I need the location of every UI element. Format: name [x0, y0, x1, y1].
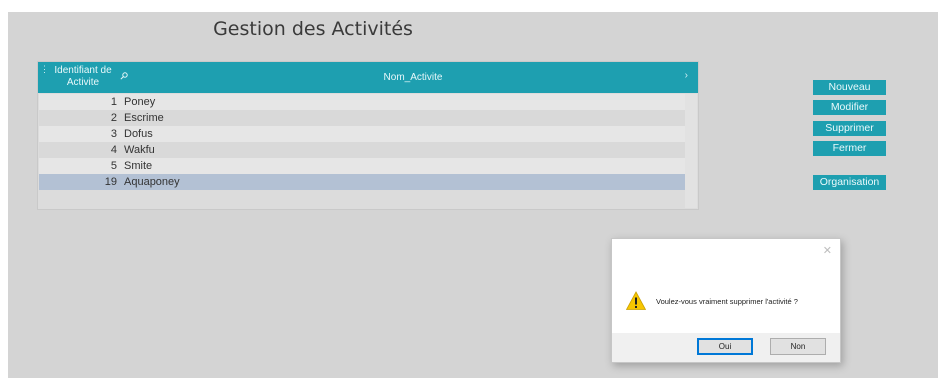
dialog-footer: Oui Non: [612, 333, 840, 362]
oui-button[interactable]: Oui: [697, 338, 753, 355]
supprimer-button[interactable]: Supprimer: [813, 121, 886, 136]
cell-name: Smite: [124, 160, 153, 172]
organisation-button[interactable]: Organisation: [813, 175, 886, 190]
table-header: ⋮ Identifiant de Activite Nom_Activite ›: [38, 62, 698, 93]
cell-id: 3: [110, 128, 117, 140]
fermer-button[interactable]: Fermer: [813, 141, 886, 156]
cell-name: Poney: [124, 96, 156, 108]
cell-name: Wakfu: [124, 144, 155, 156]
warning-icon: [625, 291, 647, 311]
page-title: Gestion des Activités: [213, 18, 413, 40]
search-icon[interactable]: [120, 72, 128, 83]
cell-id: 4: [110, 144, 117, 156]
table-scrollbar[interactable]: [685, 94, 697, 208]
confirm-dialog: ✕ Voulez-vous vraiment supprimer l'activ…: [611, 238, 841, 363]
non-button[interactable]: Non: [770, 338, 826, 355]
cell-id: 19: [104, 176, 117, 188]
cell-name: Dofus: [124, 128, 153, 140]
chevron-right-icon[interactable]: ›: [685, 70, 688, 81]
table-row[interactable]: 4 Wakfu: [39, 142, 685, 158]
nouveau-button[interactable]: Nouveau: [813, 80, 886, 95]
column-header-id[interactable]: Identifiant de Activite: [46, 65, 120, 89]
cell-id: 2: [110, 112, 117, 124]
column-header-name[interactable]: Nom_Activite: [128, 72, 698, 83]
cell-name: Escrime: [124, 112, 164, 124]
cell-id: 1: [110, 96, 117, 108]
modifier-button[interactable]: Modifier: [813, 100, 886, 115]
activities-table: ⋮ Identifiant de Activite Nom_Activite ›…: [37, 61, 699, 210]
cell-name: Aquaponey: [124, 176, 180, 188]
table-row[interactable]: 5 Smite: [39, 158, 685, 174]
table-row[interactable]: 2 Escrime: [39, 110, 685, 126]
close-icon[interactable]: ✕: [823, 244, 832, 257]
table-row[interactable]: 1 Poney: [39, 94, 685, 110]
cell-id: 5: [110, 160, 117, 172]
dialog-message: Voulez-vous vraiment supprimer l'activit…: [656, 297, 798, 306]
table-body: 1 Poney 2 Escrime 3 Dofus 4 Wakfu 5 Smit…: [39, 94, 685, 190]
table-row[interactable]: 3 Dofus: [39, 126, 685, 142]
table-row-selected[interactable]: 19 Aquaponey: [39, 174, 685, 190]
